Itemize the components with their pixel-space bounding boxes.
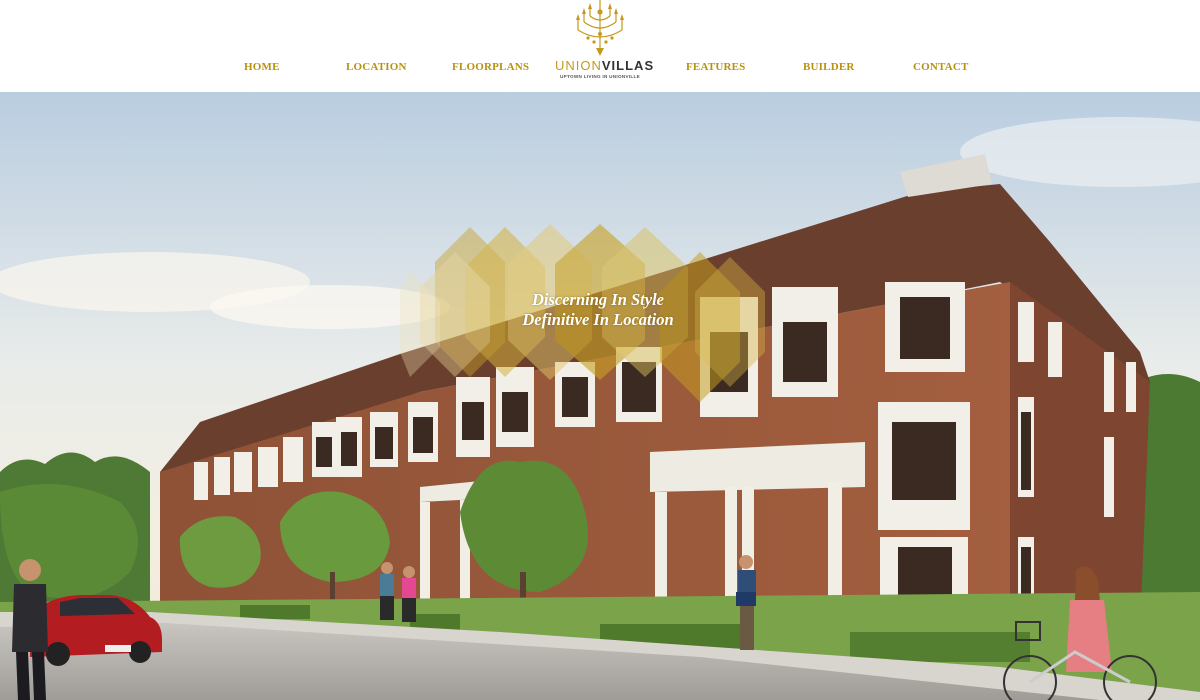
nav-features-link[interactable]: FEATURES: [686, 61, 745, 73]
hero-banner: Discerning In Style Definitive In Locati…: [0, 92, 1200, 700]
site-logo[interactable]: UNIONVILLAS UPTOWN LIVING IN UNIONVILLE: [555, 0, 653, 84]
townhouse-rendering: [0, 92, 1200, 700]
nav-location-link[interactable]: LOCATION: [346, 61, 407, 73]
logo-wordmark: UNIONVILLAS: [555, 58, 653, 73]
logo-word-villas: VILLAS: [601, 58, 655, 73]
logo-tagline: UPTOWN LIVING IN UNIONVILLE: [560, 74, 640, 79]
nav-home-link[interactable]: HOME: [244, 61, 280, 73]
hero-tagline-line1: Discerning In Style: [531, 290, 665, 309]
hero-tagline-line2: Definitive In Location: [522, 310, 674, 329]
site-header: HOME LOCATION FLOORPLANS UNIONVILLAS UPT…: [0, 0, 1200, 92]
hero-tagline: Discerning In Style Definitive In Locati…: [448, 290, 748, 330]
nav-floorplans-link[interactable]: FLOORPLANS: [452, 61, 529, 73]
nav-contact-link[interactable]: CONTACT: [913, 61, 969, 73]
nav-builder-link[interactable]: BUILDER: [803, 61, 855, 73]
chandelier-icon: [576, 0, 624, 56]
logo-word-union: UNION: [555, 58, 602, 73]
